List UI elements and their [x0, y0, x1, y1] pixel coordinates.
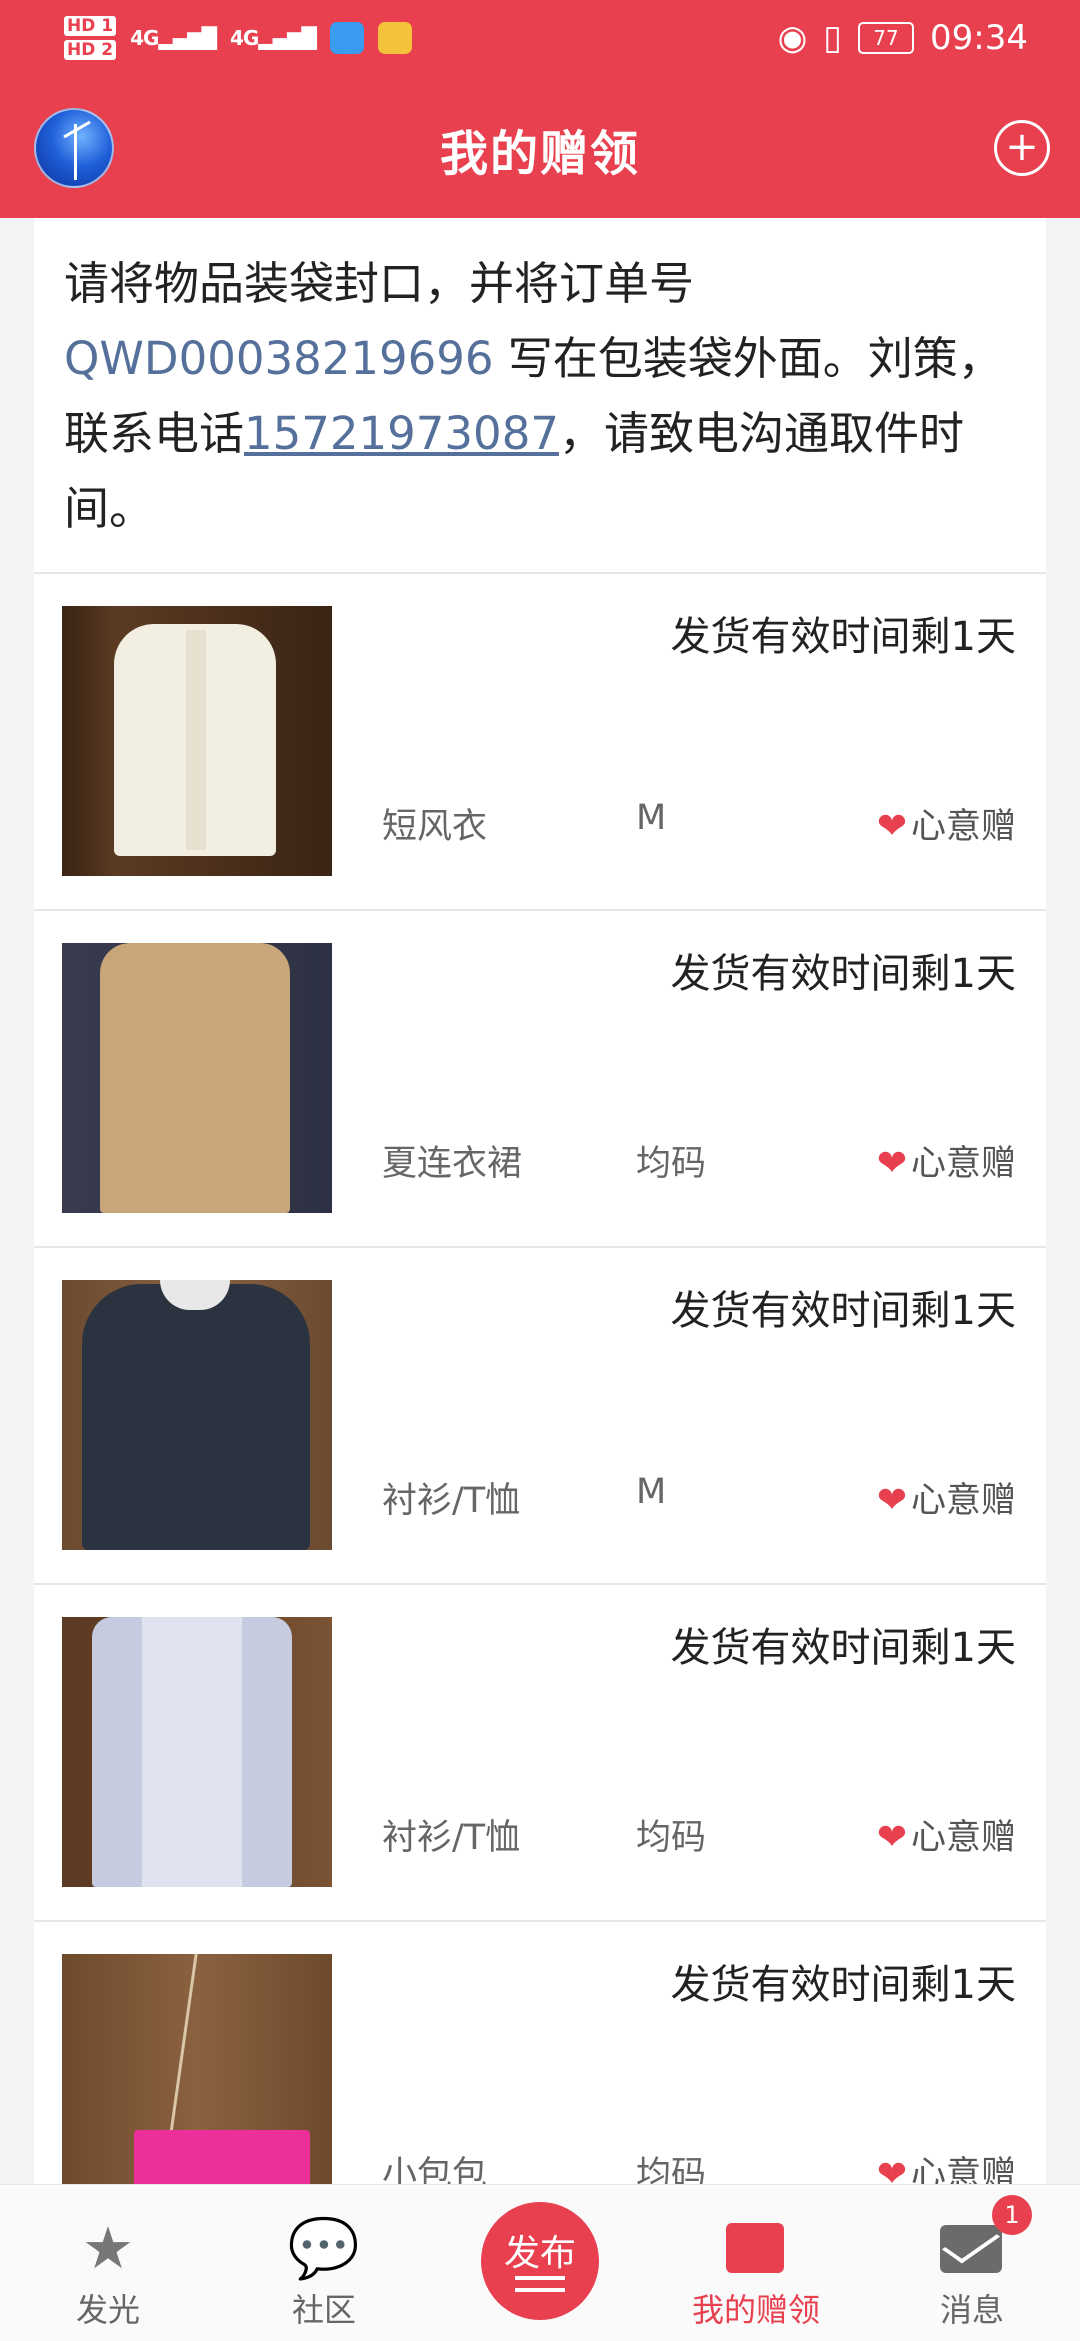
- tshirt-shape: [82, 1284, 310, 1550]
- heart-icon: ❤: [876, 1143, 907, 1184]
- list-item[interactable]: 发货有效时间剩1天 衬衫/T恤 M ❤ 心意赠: [34, 1248, 1046, 1585]
- publish-label: 发布: [503, 2233, 576, 2274]
- nav-label: 发光: [75, 2291, 140, 2329]
- item-meta: 衬衫/T恤 M ❤ 心意赠: [382, 1472, 1016, 1532]
- weibo-icon: [377, 22, 412, 54]
- item-size: 均码: [636, 1144, 707, 1184]
- tag-label: 心意赠: [910, 1481, 1016, 1521]
- item-meta: 衬衫/T恤 均码 ❤ 心意赠: [382, 1809, 1016, 1869]
- gift-box-icon: [726, 2223, 784, 2273]
- nav-label: 社区: [291, 2291, 356, 2329]
- nav-item-faguang[interactable]: ★ 发光: [0, 2185, 216, 2341]
- hd-indicator: HD 1 HD 2: [64, 16, 117, 60]
- item-size: M: [636, 1472, 667, 1512]
- phone-link[interactable]: 15721973087: [244, 407, 559, 460]
- item-meta: 夏连衣裙 均码 ❤ 心意赠: [382, 1135, 1016, 1195]
- tag-label: 心意赠: [910, 807, 1016, 847]
- unread-badge: 1: [992, 2195, 1032, 2235]
- list-item[interactable]: 发货有效时间剩1天 短风衣 M ❤ 心意赠: [34, 574, 1046, 911]
- coat-panel-shape: [142, 1617, 242, 1887]
- nav-item-my-gifts[interactable]: 我的赠领: [648, 2185, 864, 2341]
- item-tag: ❤ 心意赠: [877, 1472, 1016, 1523]
- item-thumbnail[interactable]: [62, 1280, 332, 1550]
- status-bar: HD 1 HD 2 4G▂▄▆█ 4G▂▄▆█ ◉ ▯ 77 09:34: [0, 0, 1080, 76]
- item-thumbnail[interactable]: [62, 1617, 332, 1887]
- shipping-notice: 请将物品装袋封口，并将订单号 QWD00038219696 写在包装袋外面。刘策…: [34, 218, 1046, 574]
- dress-shape: [100, 943, 290, 1213]
- publish-button[interactable]: 发布: [481, 2202, 599, 2320]
- eye-icon: ◉: [777, 18, 808, 58]
- page-title: 我的赠领: [439, 126, 640, 182]
- ship-deadline: 发货有效时间剩1天: [670, 1962, 1016, 2008]
- item-meta: 短风衣 M ❤ 心意赠: [382, 798, 1016, 858]
- notice-text-before: 请将物品装袋封口，并将订单号: [64, 257, 695, 310]
- signal1-icon: 4G▂▄▆█: [130, 26, 217, 50]
- list-item[interactable]: 发货有效时间剩1天 衬衫/T恤 均码 ❤ 心意赠: [34, 1585, 1046, 1922]
- star-icon: ★: [82, 2214, 134, 2282]
- publish-icon: [515, 2276, 565, 2280]
- heart-icon: ❤: [876, 1480, 907, 1521]
- ship-deadline: 发货有效时间剩1天: [670, 1625, 1016, 1671]
- tag-label: 心意赠: [910, 1144, 1016, 1184]
- item-size: M: [636, 798, 667, 838]
- time-label: 09:34: [930, 18, 1028, 58]
- app-notification-icon: [329, 22, 364, 54]
- ship-deadline: 发货有效时间剩1天: [670, 951, 1016, 997]
- item-size: 均码: [636, 1818, 707, 1858]
- top-bar: HD 1 HD 2 4G▂▄▆█ 4G▂▄▆█ ◉ ▯ 77 09:34 我的赠…: [0, 0, 1080, 218]
- lapel-shape: [186, 630, 206, 850]
- main-content: 请将物品装袋封口，并将订单号 QWD00038219696 写在包装袋外面。刘策…: [34, 218, 1046, 2259]
- ship-deadline: 发货有效时间剩1天: [670, 614, 1016, 660]
- item-thumbnail[interactable]: [62, 943, 332, 1213]
- hd2-label: HD 2: [64, 40, 117, 60]
- item-thumbnail[interactable]: [62, 606, 332, 876]
- order-code[interactable]: QWD00038219696: [64, 332, 494, 385]
- item-name: 夏连衣裙: [382, 1144, 523, 1184]
- nav-item-messages[interactable]: 1 消息: [864, 2185, 1080, 2341]
- tag-label: 心意赠: [910, 1818, 1016, 1858]
- mail-icon: [940, 2225, 1002, 2273]
- app-header: 我的赠领 +: [0, 76, 1080, 218]
- item-name: 短风衣: [382, 807, 488, 847]
- nav-label: 消息: [939, 2291, 1004, 2329]
- item-tag: ❤ 心意赠: [877, 1809, 1016, 1860]
- signal1-label: 4G: [130, 26, 159, 50]
- heart-icon: ❤: [876, 806, 907, 847]
- nav-item-community[interactable]: 💬 社区: [216, 2185, 432, 2341]
- list-item[interactable]: 发货有效时间剩1天 夏连衣裙 均码 ❤ 心意赠: [34, 911, 1046, 1248]
- signal2-icon: 4G▂▄▆█: [229, 26, 317, 50]
- hd1-label: HD 1: [64, 16, 117, 36]
- add-icon[interactable]: +: [994, 120, 1050, 176]
- battery-icon: 77: [858, 22, 915, 54]
- chat-bubble-icon: 💬: [287, 2214, 361, 2282]
- nav-label: 我的赠领: [691, 2291, 820, 2329]
- item-tag: ❤ 心意赠: [877, 798, 1016, 849]
- heart-icon: ❤: [876, 1817, 907, 1858]
- item-name: 衬衫/T恤: [382, 1481, 521, 1521]
- strap-shape: [169, 1954, 198, 2134]
- ship-deadline: 发货有效时间剩1天: [670, 1288, 1016, 1334]
- item-tag: ❤ 心意赠: [877, 1135, 1016, 1186]
- item-name: 衬衫/T恤: [382, 1818, 521, 1858]
- vibrate-icon: ▯: [823, 18, 843, 58]
- signal2-label: 4G: [229, 26, 259, 50]
